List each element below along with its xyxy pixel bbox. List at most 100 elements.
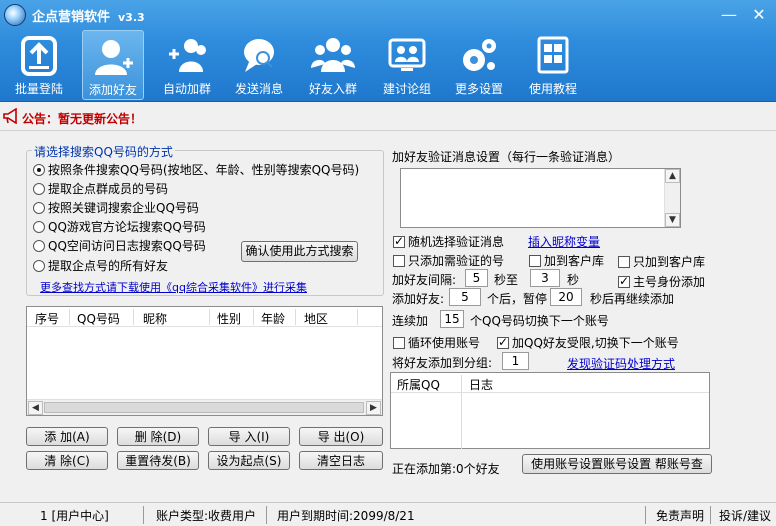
toolbar-label: 建讨论组 <box>382 82 431 96</box>
verify-settings-title: 加好友验证消息设置（每行一条验证消息） <box>392 150 621 164</box>
column-header[interactable]: 所属QQ <box>397 376 440 393</box>
discussion-icon <box>388 38 426 71</box>
search-option-label: 提取企点群成员的号码 <box>48 182 169 196</box>
option-label: 循环使用账号 <box>408 336 481 350</box>
search-option-6[interactable]: 提取企点号的所有好友 <box>33 257 168 274</box>
toolbar-auto-group[interactable]: 自动加群 <box>156 30 218 100</box>
status-divider <box>645 506 646 524</box>
settings-icon <box>463 39 496 71</box>
scroll-left-icon[interactable]: ◀ <box>28 401 43 415</box>
column-header[interactable]: 年龄 <box>261 310 285 327</box>
toolbar-label: 发送消息 <box>234 82 283 96</box>
group-input[interactable]: 1 <box>502 352 529 370</box>
switch-tail-label: 个QQ号码切换下一个账号 <box>470 314 609 328</box>
notice-text: 公告：暂无更新公告！ <box>22 112 143 126</box>
main-identity-option[interactable]: 主号身份添加 <box>618 273 705 290</box>
search-option-4[interactable]: QQ游戏官方论坛搜索QQ号码 <box>33 218 206 235</box>
only-verify-option[interactable]: 只添加需验证的号 <box>393 252 504 269</box>
close-button[interactable]: ✕ <box>748 6 770 24</box>
login-icon <box>21 36 57 76</box>
feedback-link[interactable]: 投诉/建议 <box>719 507 771 524</box>
switch-count-input[interactable]: 15 <box>440 310 464 328</box>
search-option-2[interactable]: 提取企点群成员的号码 <box>33 180 168 197</box>
checkbox-icon[interactable] <box>393 255 405 267</box>
account-settings-button[interactable]: 使用账号设置账号设置 帮账号查 <box>522 454 712 474</box>
toolbar-friends-to-group[interactable]: 好友入群 <box>302 30 364 100</box>
search-option-1[interactable]: 按照条件搜索QQ号码(按地区、年龄、性别等搜索QQ号码) <box>33 161 359 178</box>
search-option-5[interactable]: QQ空间访问日志搜索QQ号码 <box>33 237 206 254</box>
friend-candidates-table[interactable]: 序号 QQ号码 昵称 性别 年龄 地区 ◀ ▶ <box>26 306 383 416</box>
export-button[interactable]: 导 出(O) <box>299 427 383 446</box>
megaphone-icon <box>3 108 17 124</box>
confirm-search-button[interactable]: 确认使用此方式搜索 <box>241 241 358 262</box>
horizontal-scrollbar[interactable]: ◀ ▶ <box>27 399 382 415</box>
delete-button[interactable]: 删 除(D) <box>117 427 199 446</box>
radio-icon[interactable] <box>33 183 45 195</box>
column-header[interactable]: 序号 <box>35 310 59 327</box>
checkbox-checked-icon[interactable] <box>393 234 405 248</box>
set-start-button[interactable]: 设为起点(S) <box>208 451 290 470</box>
reset-pending-button[interactable]: 重置待发(B) <box>117 451 199 470</box>
interval-to-label: 秒至 <box>494 273 519 287</box>
scroll-thumb[interactable] <box>44 402 364 413</box>
toolbar-label: 批量登陆 <box>14 82 63 96</box>
add-to-customer-option[interactable]: 加到客户库 <box>529 252 604 269</box>
vertical-scrollbar[interactable]: ▲ ▼ <box>664 169 680 227</box>
interval-min-input[interactable]: 5 <box>465 269 488 287</box>
expire-status: 用户到期时间:2099/8/21 <box>277 509 415 523</box>
column-header[interactable]: 昵称 <box>143 310 167 327</box>
insert-nickname-link[interactable]: 插入昵称变量 <box>528 233 600 250</box>
interval-max-input[interactable]: 3 <box>530 269 560 287</box>
clear-button[interactable]: 清 除(C) <box>26 451 108 470</box>
column-header[interactable]: 性别 <box>217 310 241 327</box>
user-center-status[interactable]: 1 [用户中心] <box>40 507 109 524</box>
column-header[interactable]: 日志 <box>469 376 493 393</box>
add-button[interactable]: 添 加(A) <box>26 427 108 446</box>
toolbar-send-message[interactable]: 发送消息 <box>228 30 290 100</box>
column-divider <box>295 309 296 325</box>
log-table[interactable]: 所属QQ 日志 <box>390 372 710 449</box>
toolbar-tutorial[interactable]: 使用教程 <box>522 30 584 100</box>
scroll-down-icon[interactable]: ▼ <box>665 213 680 227</box>
random-verify-option[interactable]: 随机选择验证消息 <box>393 233 504 250</box>
radio-icon[interactable] <box>33 240 45 252</box>
column-header[interactable]: QQ号码 <box>77 310 120 327</box>
checkbox-icon[interactable] <box>618 256 630 268</box>
radio-selected-icon[interactable] <box>33 164 45 176</box>
toolbar-label: 自动加群 <box>162 82 211 96</box>
pause-count-input[interactable]: 5 <box>449 288 481 306</box>
pause-seconds-input[interactable]: 20 <box>550 288 582 306</box>
scroll-right-icon[interactable]: ▶ <box>366 401 381 415</box>
more-search-link[interactable]: 更多查找方式请下载使用《qq综合采集软件》进行采集 <box>40 279 307 295</box>
app-name: 企点营销软件 <box>32 10 111 25</box>
radio-icon[interactable] <box>33 202 45 214</box>
limit-switch-option[interactable]: 加QQ好友受限,切换下一个账号 <box>497 334 679 351</box>
import-button[interactable]: 导 入(I) <box>208 427 290 446</box>
toolbar-discussion[interactable]: 建讨论组 <box>376 30 438 100</box>
checkbox-icon[interactable] <box>393 337 405 349</box>
checkbox-icon[interactable] <box>529 255 541 267</box>
radio-icon[interactable] <box>33 221 45 233</box>
toolbar-batch-login[interactable]: 批量登陆 <box>8 30 70 100</box>
option-label: 主号身份添加 <box>633 275 706 289</box>
status-divider <box>143 506 144 524</box>
verify-message-input[interactable]: ▲ ▼ <box>400 168 681 228</box>
checkbox-checked-icon[interactable] <box>618 274 630 288</box>
toolbar-add-friend[interactable]: 添加好友 <box>82 30 144 100</box>
captcha-handling-link[interactable]: 发现验证码处理方式 <box>567 355 675 372</box>
only-customer-option[interactable]: 只加到客户库 <box>618 253 705 270</box>
column-divider <box>253 309 254 325</box>
disclaimer-link[interactable]: 免责声明 <box>656 507 704 524</box>
radio-icon[interactable] <box>33 260 45 272</box>
option-label: 只添加需验证的号 <box>408 254 505 268</box>
account-type-status: 账户类型:收费用户 <box>156 509 257 523</box>
search-option-3[interactable]: 按照关键词搜索企业QQ号码 <box>33 199 199 216</box>
toolbar-more-settings[interactable]: 更多设置 <box>448 30 510 100</box>
clear-log-button[interactable]: 清空日志 <box>299 451 383 470</box>
friends-group-icon <box>311 38 355 72</box>
checkbox-checked-icon[interactable] <box>497 335 509 349</box>
minimize-button[interactable]: — <box>718 6 740 24</box>
loop-accounts-option[interactable]: 循环使用账号 <box>393 334 480 351</box>
scroll-up-icon[interactable]: ▲ <box>665 169 680 183</box>
column-header[interactable]: 地区 <box>304 310 328 327</box>
